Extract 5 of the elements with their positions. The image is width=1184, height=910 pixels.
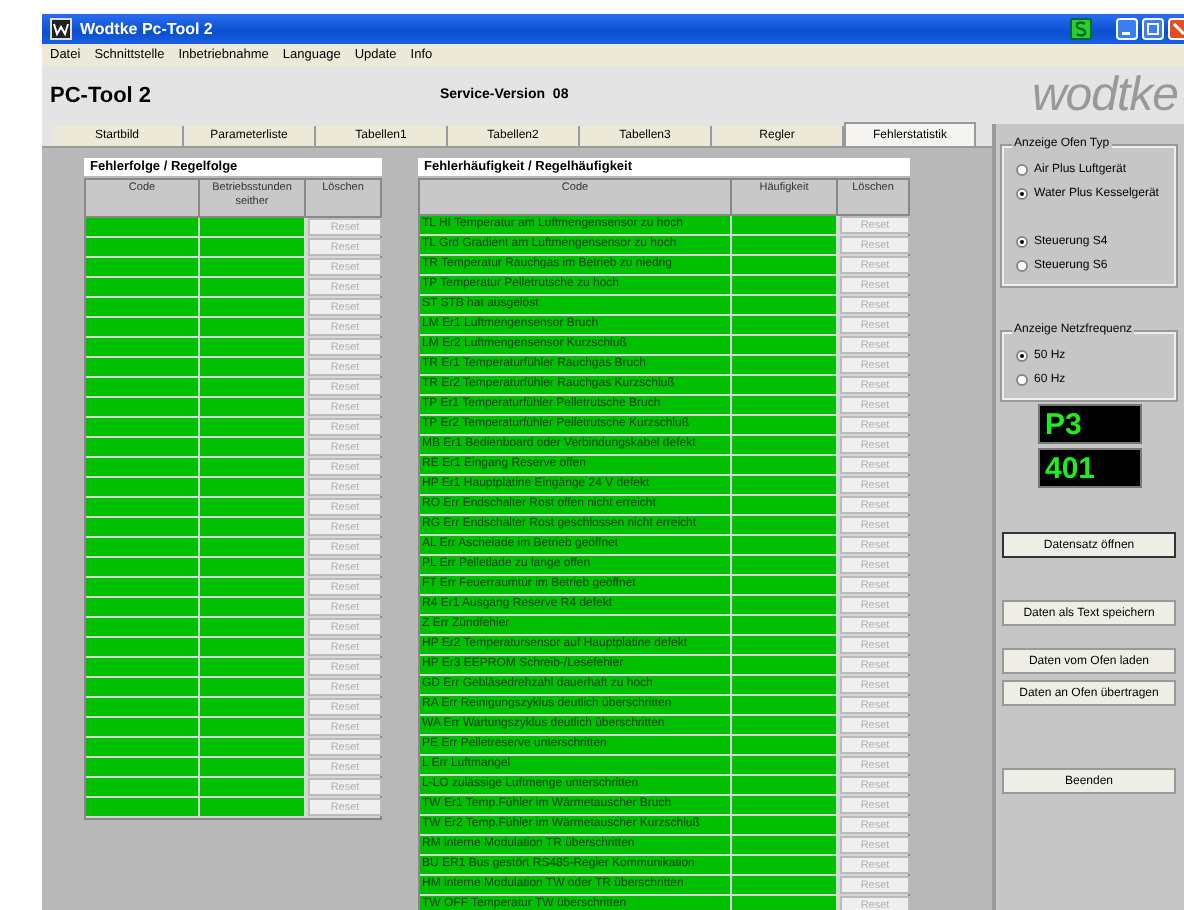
led-display: 401 bbox=[1037, 448, 1141, 488]
window-title: Wodtke Pc-Tool 2 bbox=[80, 20, 215, 38]
led-display: P3 bbox=[1037, 404, 1141, 444]
app-name: PC-Tool 2 bbox=[48, 83, 154, 107]
logo: wodtke bbox=[1031, 71, 1180, 119]
